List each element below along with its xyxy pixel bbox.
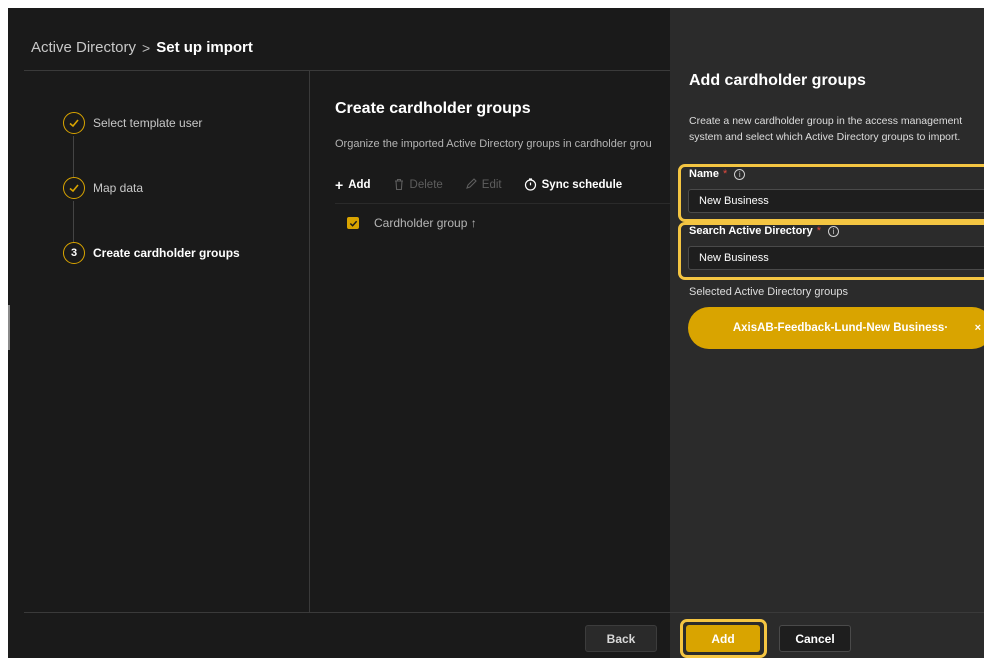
- step-connector: [73, 136, 74, 178]
- search-label-text: Search Active Directory: [689, 225, 813, 237]
- name-field-label: Name * i: [689, 168, 746, 180]
- add-button-highlight: [680, 619, 767, 658]
- cancel-button[interactable]: Cancel: [779, 625, 851, 652]
- add-label: Add: [348, 179, 371, 191]
- panel-description: Create a new cardholder group in the acc…: [689, 115, 963, 143]
- toolbar: + Add Delete Edit Sync schedule: [335, 170, 622, 200]
- chevron-right-icon: >: [142, 39, 151, 56]
- edit-button[interactable]: Edit: [465, 178, 502, 192]
- required-mark: *: [816, 225, 821, 237]
- add-cardholder-groups-panel: Add cardholder groups Create a new cardh…: [670, 8, 984, 658]
- section-title: Create cardholder groups: [335, 100, 531, 117]
- plus-icon: +: [335, 177, 344, 193]
- delete-label: Delete: [409, 179, 443, 191]
- select-all-checkbox[interactable]: [347, 217, 359, 229]
- step-map-data[interactable]: Map data: [63, 177, 143, 199]
- header-divider: [24, 70, 674, 71]
- info-icon[interactable]: i: [828, 225, 839, 237]
- info-icon[interactable]: i: [734, 168, 746, 180]
- steps-divider: [309, 71, 310, 612]
- section-subtitle: Organize the imported Active Directory g…: [335, 138, 652, 150]
- sync-schedule-label: Sync schedule: [541, 179, 623, 191]
- search-active-directory-input[interactable]: [688, 246, 984, 270]
- check-icon: [63, 177, 85, 199]
- app-window: Active Directory > Set up import Select …: [8, 8, 984, 658]
- step-number: 3: [63, 242, 85, 264]
- selected-groups-label: Selected Active Directory groups: [689, 286, 848, 298]
- footer-divider: [24, 612, 674, 613]
- delete-button[interactable]: Delete: [393, 178, 443, 193]
- breadcrumb: Active Directory > Set up import: [31, 39, 253, 56]
- name-label-text: Name: [689, 168, 719, 180]
- add-button[interactable]: + Add: [335, 178, 371, 192]
- step-label: Select template user: [93, 116, 203, 130]
- toolbar-divider: [335, 203, 675, 204]
- step-select-template-user[interactable]: Select template user: [63, 112, 202, 134]
- check-icon: [63, 112, 85, 134]
- back-button[interactable]: Back: [585, 625, 657, 652]
- window-resize-handle[interactable]: [8, 305, 10, 350]
- step-create-cardholder-groups[interactable]: 3 Create cardholder groups: [63, 242, 240, 264]
- selected-group-chip: AxisAB-Feedback-Lund-New Business· ×: [688, 307, 984, 349]
- name-field[interactable]: [688, 189, 984, 213]
- step-label: Map data: [93, 181, 144, 195]
- chip-label: AxisAB-Feedback-Lund-New Business·: [732, 321, 949, 334]
- panel-title: Add cardholder groups: [689, 72, 866, 89]
- clock-icon: [524, 177, 537, 193]
- trash-icon: [393, 178, 405, 193]
- main-content: Create cardholder groups Organize the im…: [335, 100, 675, 150]
- required-mark: *: [722, 168, 728, 180]
- breadcrumb-root[interactable]: Active Directory: [31, 39, 136, 56]
- edit-label: Edit: [481, 179, 502, 191]
- close-icon[interactable]: ×: [975, 321, 981, 336]
- sync-schedule-button[interactable]: Sync schedule: [524, 177, 623, 193]
- panel-footer-divider: [670, 612, 984, 613]
- pencil-icon: [465, 178, 477, 192]
- step-label: Create cardholder groups: [93, 246, 240, 260]
- table-header: Cardholder group ↑: [347, 216, 477, 230]
- search-field-label: Search Active Directory * i: [689, 225, 839, 237]
- step-connector: [73, 201, 74, 243]
- page-title: Set up import: [156, 39, 253, 56]
- column-header-cardholder-group[interactable]: Cardholder group ↑: [374, 216, 477, 230]
